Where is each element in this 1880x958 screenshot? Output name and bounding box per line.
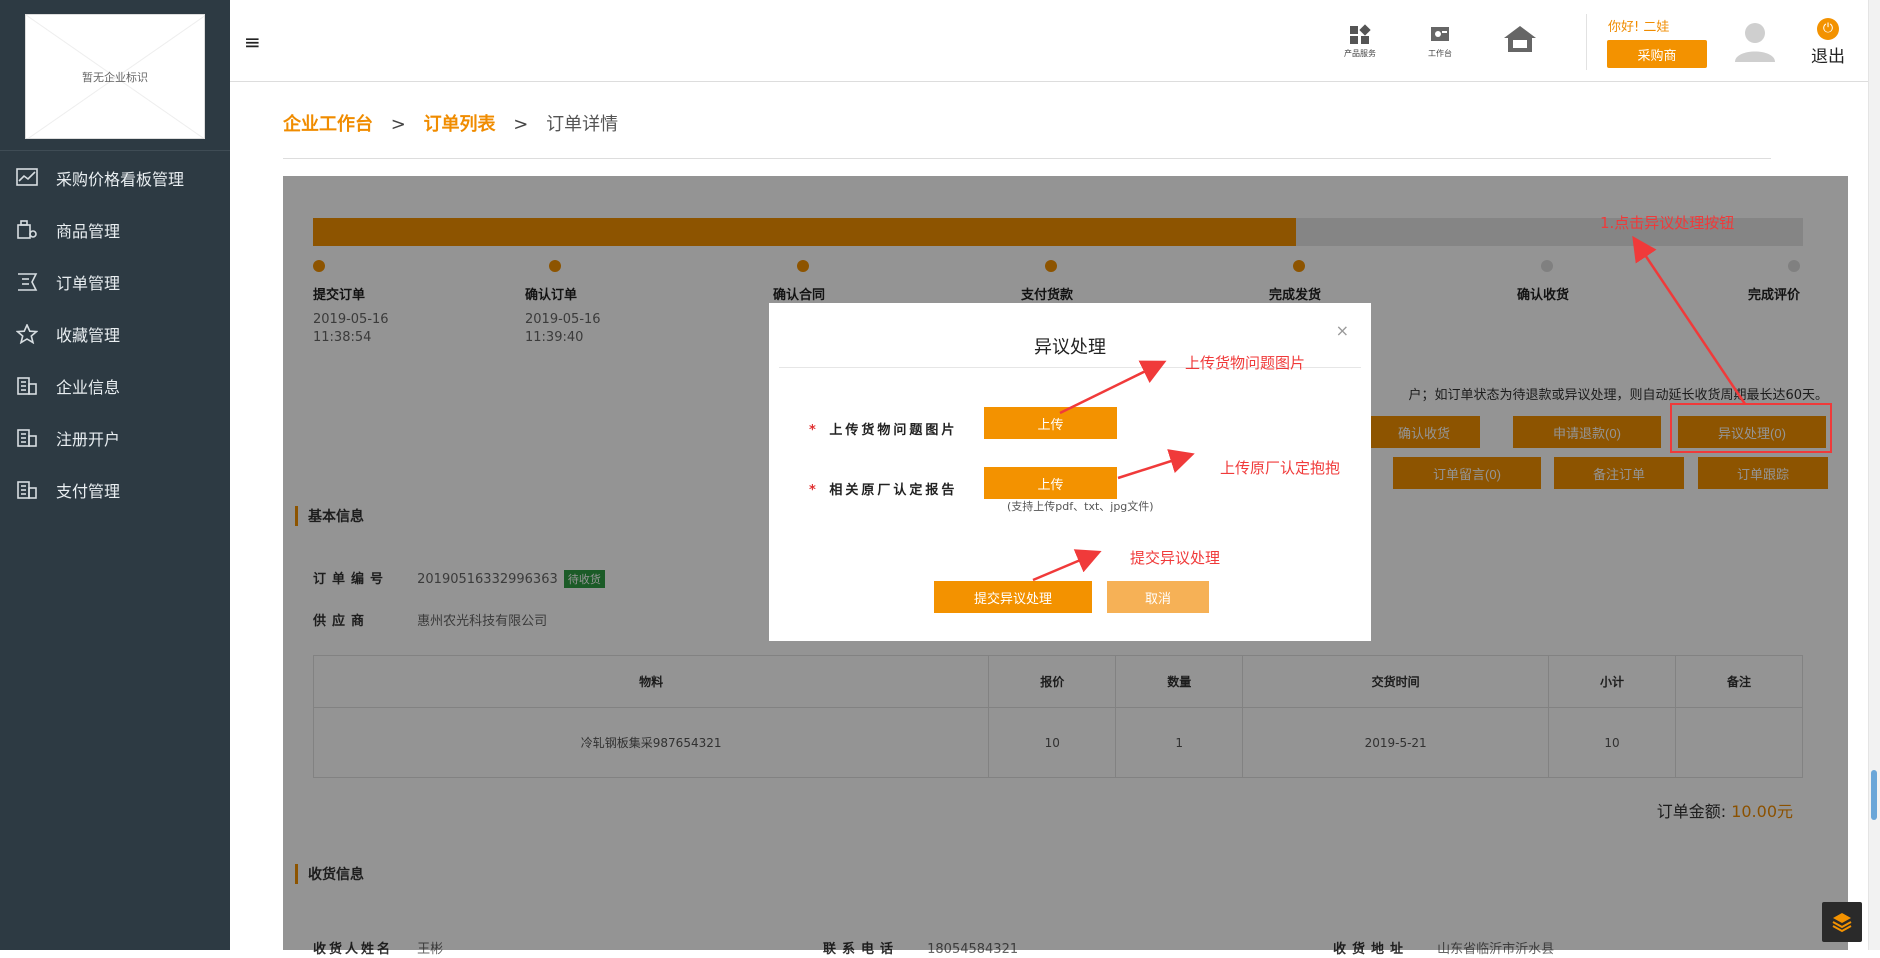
annotation-arrows <box>1032 235 1747 582</box>
floating-widget-button[interactable] <box>1822 902 1862 942</box>
annotation-upload-report: 上传原厂认定抱抱 <box>1220 459 1341 477</box>
annotation-arrow <box>1117 449 1195 480</box>
annotation-arrow <box>1032 549 1102 582</box>
annotation-arrow <box>1632 235 1747 405</box>
annotation-submit: 提交异议处理 <box>1130 549 1221 567</box>
annotation-click-dispute: 1.点击异议处理按钮 <box>1600 214 1735 232</box>
page-scrollbar[interactable] <box>1868 0 1880 950</box>
annotation-arrow <box>1059 360 1167 415</box>
scrollbar-thumb[interactable] <box>1871 770 1877 820</box>
layers-icon <box>1832 913 1852 933</box>
annotation-upload-image: 上传货物问题图片 <box>1185 354 1306 372</box>
